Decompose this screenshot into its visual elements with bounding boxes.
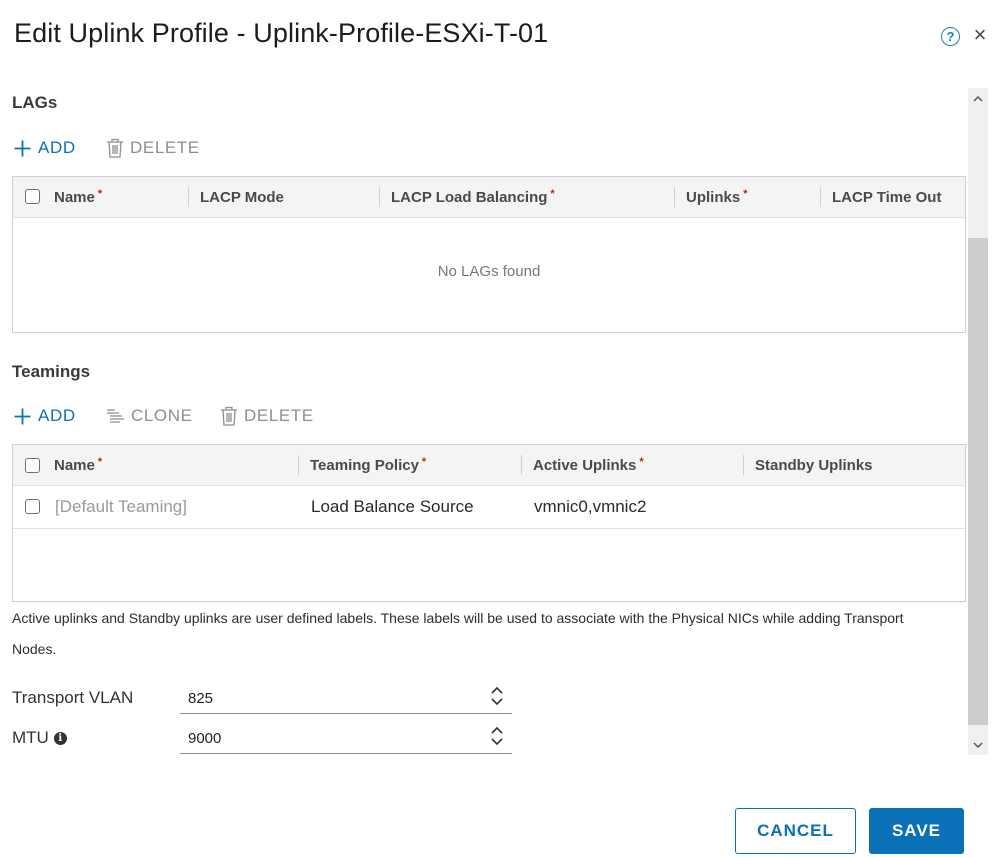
table-row[interactable]: [Default Teaming] Load Balance Source vm… — [13, 485, 965, 529]
active-uplinks-cell: vmnic0,vmnic2 — [534, 496, 647, 516]
transport-vlan-label: Transport VLAN — [12, 688, 134, 707]
close-icon[interactable]: × — [969, 24, 991, 46]
teamings-clone-label: CLONE — [131, 406, 193, 425]
lags-col-lacp-mode[interactable]: LACP Mode — [200, 177, 284, 217]
teamings-add-button[interactable]: ADD — [13, 406, 76, 426]
dialog-title: Edit Uplink Profile - Uplink-Profile-ESX… — [14, 18, 549, 48]
save-button[interactable]: SAVE — [869, 808, 964, 854]
lags-col-lacp-load-balancing[interactable]: LACP Load Balancing * — [391, 177, 555, 217]
spinner-icon[interactable] — [489, 725, 505, 747]
teamings-add-label: ADD — [38, 406, 76, 425]
scroll-down-icon[interactable] — [968, 735, 988, 755]
mtu-label: MTU i — [12, 728, 67, 748]
teamings-delete-button[interactable]: DELETE — [220, 406, 314, 426]
lags-delete-button[interactable]: DELETE — [106, 138, 200, 158]
teamings-grid: Name * Teaming Policy * Active Uplinks * St… — [12, 444, 966, 602]
lags-col-lacp-time-out[interactable]: LACP Time Out — [832, 177, 941, 217]
lags-grid: Name * LACP Mode LACP Load Balancing * Upl… — [12, 176, 966, 333]
plus-icon — [13, 139, 32, 158]
teamings-col-standby-uplinks[interactable]: Standby Uplinks — [755, 445, 873, 485]
spinner-icon[interactable] — [489, 685, 505, 707]
scroll-up-icon[interactable] — [968, 88, 988, 108]
help-icon[interactable]: ? — [941, 27, 960, 46]
lags-col-name[interactable]: Name * — [54, 177, 102, 217]
lags-section-title: LAGs — [12, 93, 58, 112]
teamings-delete-label: DELETE — [244, 406, 314, 425]
mtu-input[interactable] — [180, 724, 512, 754]
teaming-name-cell: [Default Teaming] — [55, 496, 187, 516]
clone-icon — [106, 408, 125, 425]
teamings-section-title: Teamings — [12, 362, 91, 381]
transport-vlan-input[interactable] — [180, 684, 512, 714]
teamings-clone-button[interactable]: CLONE — [106, 406, 193, 426]
teamings-select-all-checkbox[interactable] — [25, 458, 40, 473]
info-icon[interactable]: i — [53, 731, 67, 745]
trash-icon — [220, 406, 238, 426]
teamings-col-active-uplinks[interactable]: Active Uplinks * — [533, 445, 644, 485]
lags-col-uplinks[interactable]: Uplinks * — [686, 177, 747, 217]
lags-add-label: ADD — [38, 138, 76, 157]
teamings-col-name[interactable]: Name * — [54, 445, 102, 485]
plus-icon — [13, 407, 32, 426]
uplink-labels-note: Active uplinks and Standby uplinks are u… — [12, 610, 904, 657]
teamings-grid-header: Name * Teaming Policy * Active Uplinks * St… — [13, 445, 965, 486]
scrollbar-thumb[interactable] — [968, 238, 988, 725]
trash-icon — [106, 138, 124, 158]
lags-select-all-checkbox[interactable] — [25, 189, 40, 204]
lags-delete-label: DELETE — [130, 138, 200, 157]
lags-add-button[interactable]: ADD — [13, 138, 76, 158]
vertical-scrollbar[interactable] — [968, 88, 988, 755]
lags-grid-header: Name * LACP Mode LACP Load Balancing * Upl… — [13, 177, 965, 218]
teaming-policy-cell: Load Balance Source — [311, 496, 474, 516]
cancel-button[interactable]: CANCEL — [735, 808, 856, 854]
lags-empty-message: No LAGs found — [437, 263, 541, 280]
row-checkbox[interactable] — [25, 499, 40, 514]
teamings-col-teaming-policy[interactable]: Teaming Policy * — [310, 445, 426, 485]
